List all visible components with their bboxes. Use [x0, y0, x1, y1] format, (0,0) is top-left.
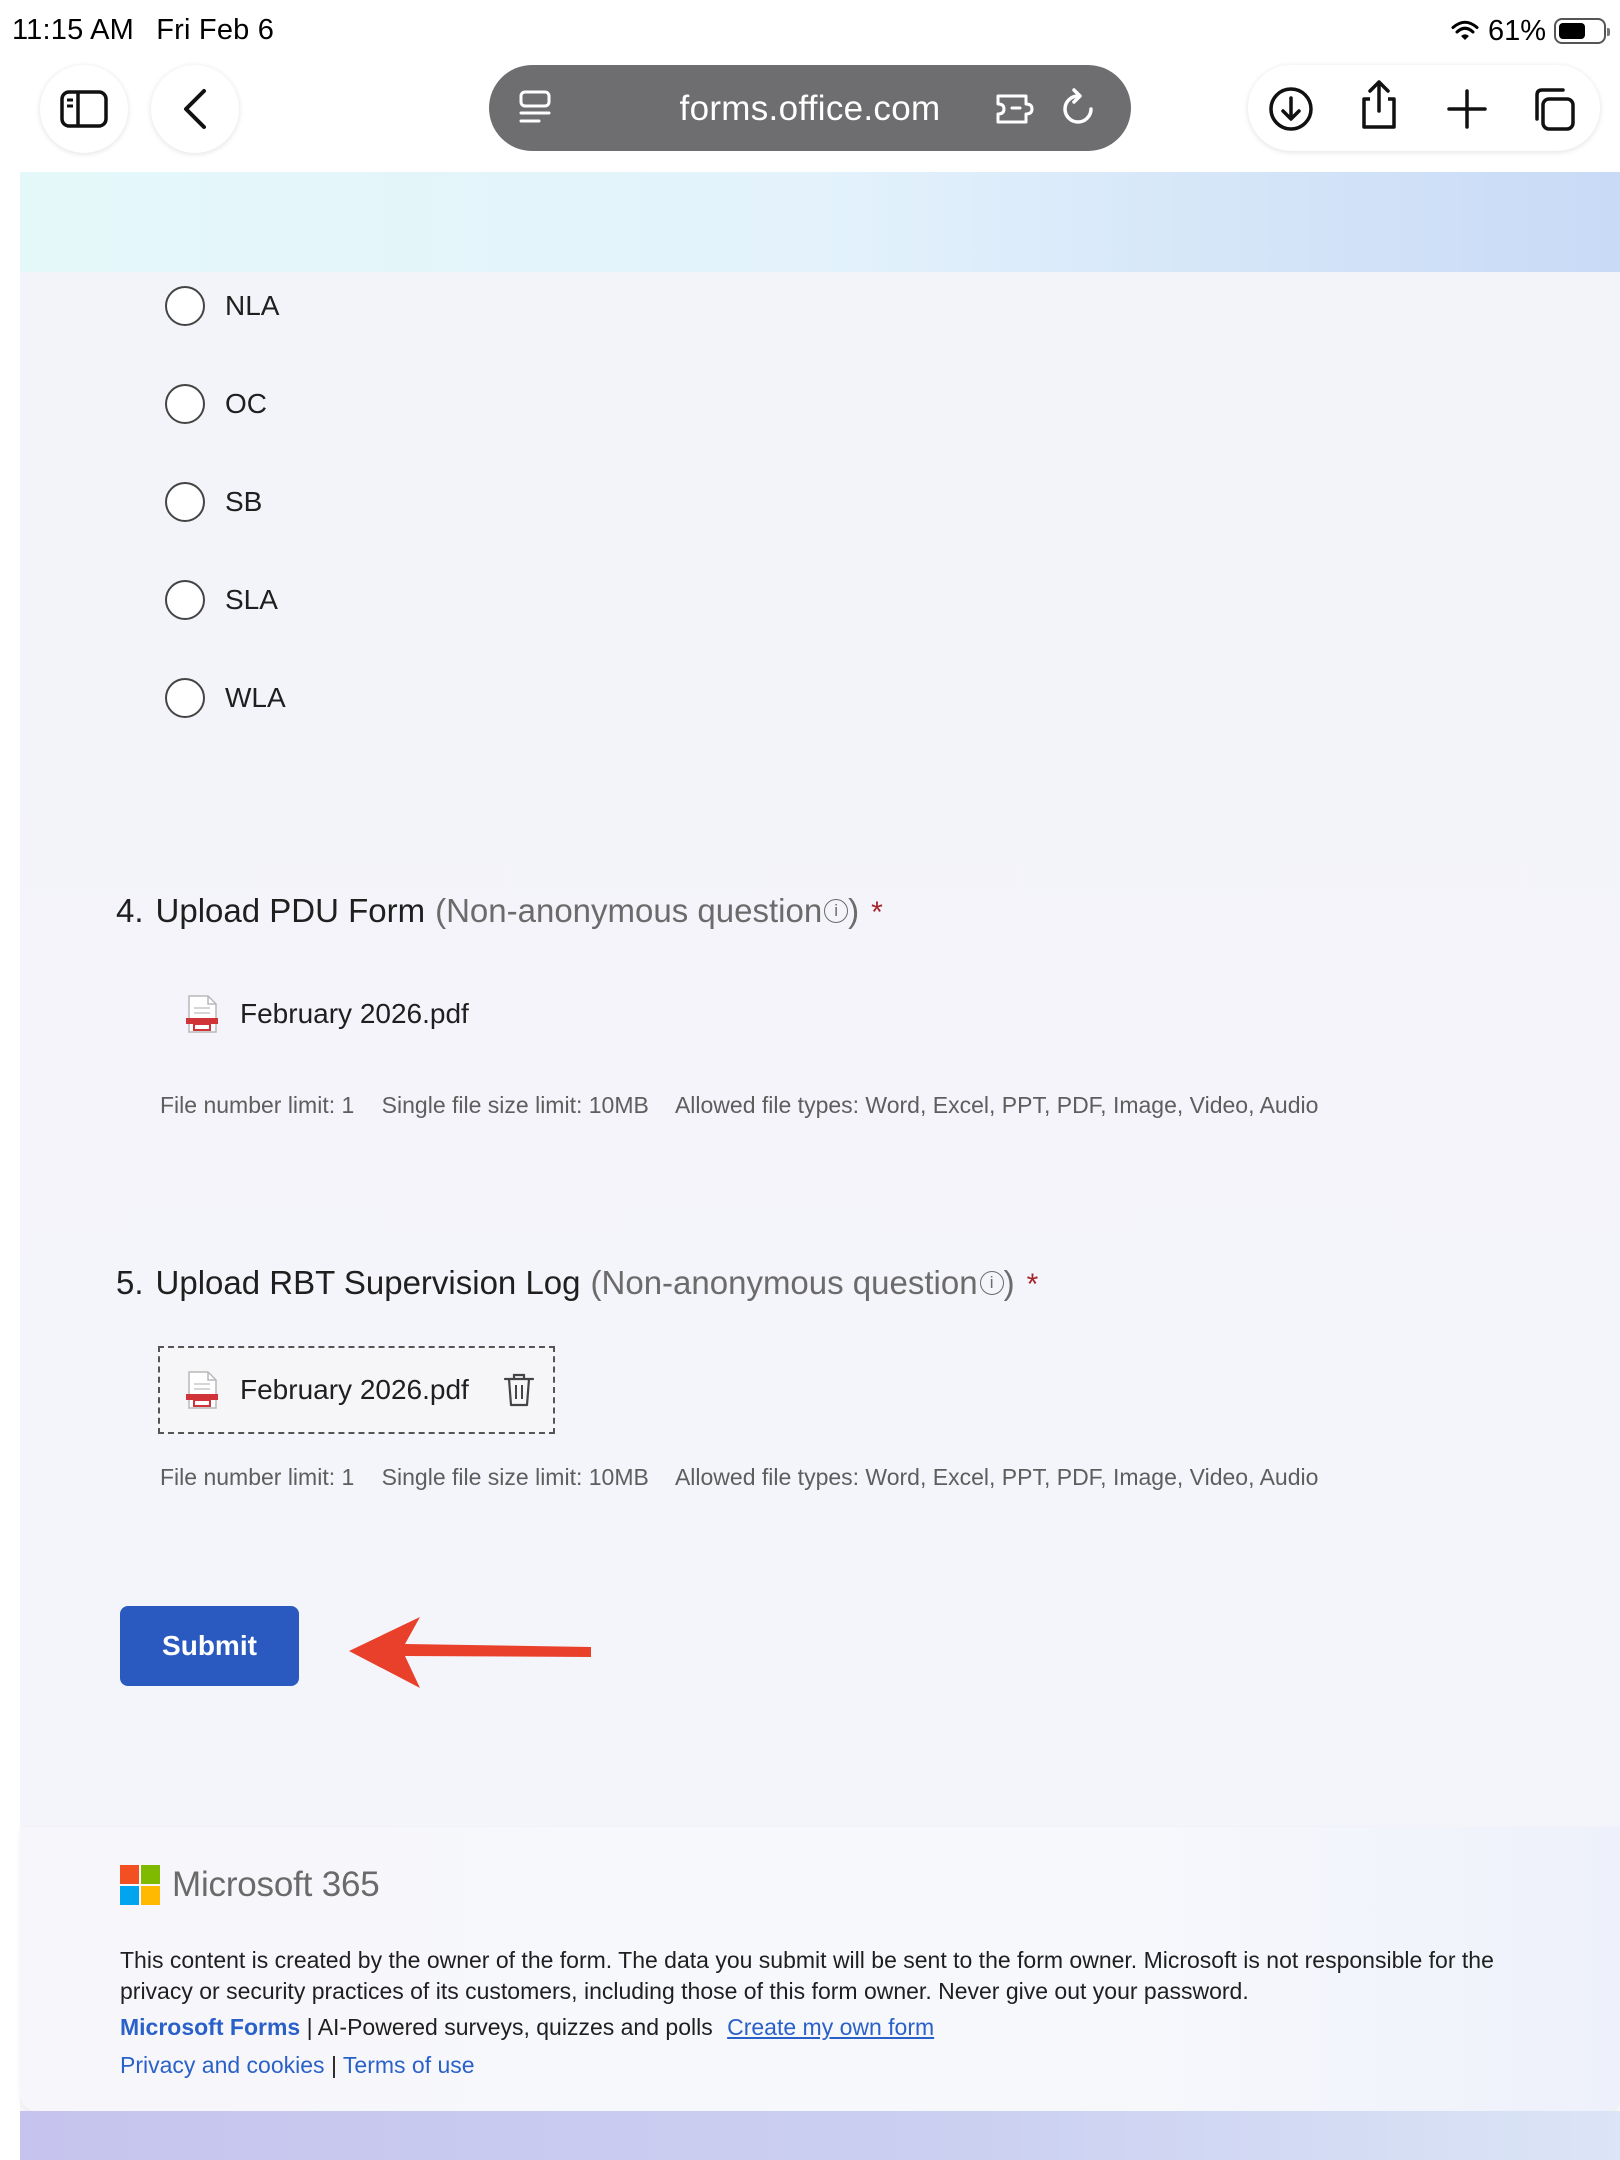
page-left-edge — [0, 172, 20, 2160]
choice-option[interactable]: OC — [165, 382, 267, 426]
battery-fill — [1559, 23, 1585, 39]
radio-button[interactable] — [165, 482, 205, 522]
info-icon[interactable]: i — [824, 899, 849, 924]
microsoft-365-logo: Microsoft 365 — [120, 1865, 380, 1905]
footer-disclaimer: This content is created by the owner of … — [120, 1947, 1494, 2004]
info-icon[interactable]: i — [979, 1271, 1004, 1296]
question-text: Upload PDU Form — [155, 892, 426, 929]
battery-icon — [1554, 18, 1610, 44]
separator: | — [306, 2014, 313, 2040]
file-name: February 2026.pdf — [240, 998, 469, 1029]
page-bottom-background — [20, 2111, 1620, 2160]
radio-button[interactable] — [165, 384, 205, 424]
choice-option[interactable]: NLA — [165, 284, 279, 328]
question-title: 4. Upload PDU Form (Non-anonymous questi… — [116, 892, 883, 930]
file-size-limit: Single file size limit: 10MB — [381, 1464, 649, 1490]
battery-percent: 61% — [1487, 14, 1546, 47]
question-subtitle: (Non-anonymous question i) — [591, 1264, 1015, 1302]
footer-legal-line: Privacy and cookies | Terms of use — [120, 2052, 475, 2079]
reload-icon[interactable] — [1058, 87, 1098, 129]
form-body: NLA OC SB SLA WLA 4. Upload PDU Form (No… — [20, 272, 1620, 1827]
allowed-file-types: Allowed file types: Word, Excel, PPT, PD… — [674, 1092, 1319, 1118]
pdf-file-icon — [186, 1371, 218, 1409]
question-text: Upload RBT Supervision Log — [155, 1264, 581, 1301]
status-bar: 11:15 AM Fri Feb 6 61% — [0, 0, 1620, 60]
status-time: 11:15 AM Fri Feb 6 — [12, 14, 274, 47]
choice-option[interactable]: SLA — [165, 578, 278, 622]
status-indicators: 61% — [1450, 14, 1610, 48]
microsoft-logo-icon — [120, 1865, 160, 1905]
subtitle-close: ) — [1003, 1264, 1015, 1301]
file-name: February 2026.pdf — [240, 1374, 469, 1405]
pdf-file-icon — [186, 995, 218, 1033]
address-bar[interactable]: forms.office.com — [489, 65, 1131, 151]
tagline: AI-Powered surveys, quizzes and polls — [317, 2014, 713, 2040]
tabs-icon[interactable] — [1530, 86, 1576, 132]
share-icon[interactable] — [1356, 79, 1402, 131]
privacy-link[interactable]: Privacy and cookies — [120, 2052, 325, 2078]
back-button[interactable] — [151, 65, 239, 153]
allowed-file-types: Allowed file types: Word, Excel, PPT, PD… — [674, 1464, 1319, 1490]
download-icon[interactable] — [1268, 86, 1314, 132]
toolbar-actions — [1248, 65, 1600, 151]
upload-hints: File number limit: 1 Single file size li… — [160, 1092, 1339, 1119]
uploaded-file: February 2026.pdf — [184, 994, 469, 1034]
footer: Microsoft 365 This content is created by… — [20, 1827, 1620, 2111]
question-title: 5. Upload RBT Supervision Log (Non-anony… — [116, 1264, 1038, 1302]
file-number-limit: File number limit: 1 — [160, 1092, 355, 1118]
footer-forms-line: Microsoft Forms | AI-Powered surveys, qu… — [120, 2014, 934, 2041]
plus-icon[interactable] — [1444, 86, 1490, 132]
radio-button[interactable] — [165, 678, 205, 718]
radio-button[interactable] — [165, 286, 205, 326]
microsoft-forms-link[interactable]: Microsoft Forms — [120, 2014, 300, 2040]
browser-toolbar: forms.office.com — [0, 60, 1620, 172]
question-number: 5. — [116, 1264, 144, 1301]
choice-label: WLA — [225, 682, 286, 713]
required-mark: * — [871, 896, 883, 929]
wifi-icon — [1451, 20, 1479, 40]
choice-label: SLA — [225, 584, 278, 615]
sidebar-button[interactable] — [40, 65, 128, 153]
uploaded-file-focused[interactable]: February 2026.pdf — [158, 1346, 555, 1434]
extension-icon[interactable] — [994, 88, 1040, 128]
question-subtitle: (Non-anonymous question i) — [435, 892, 859, 930]
non-anonymous-label: (Non-anonymous question — [590, 1264, 978, 1301]
uploaded-file: February 2026.pdf — [184, 1370, 469, 1410]
terms-link[interactable]: Terms of use — [343, 2052, 475, 2078]
radio-button[interactable] — [165, 580, 205, 620]
create-form-link[interactable]: Create my own form — [727, 2014, 934, 2040]
date-text: Fri Feb 6 — [156, 14, 275, 46]
choice-option[interactable]: WLA — [165, 676, 286, 720]
question-number: 4. — [116, 892, 144, 929]
choice-label: SB — [225, 486, 263, 517]
sidebar-icon — [60, 90, 108, 128]
choice-label: OC — [225, 388, 267, 419]
non-anonymous-label: (Non-anonymous question — [435, 892, 823, 929]
upload-hints: File number limit: 1 Single file size li… — [160, 1464, 1339, 1491]
chevron-left-icon — [184, 89, 206, 129]
form-header-banner — [20, 172, 1620, 272]
subtitle-close: ) — [848, 892, 860, 929]
choice-option[interactable]: SB — [165, 480, 262, 524]
file-size-limit: Single file size limit: 10MB — [381, 1092, 649, 1118]
required-mark: * — [1026, 1268, 1039, 1301]
annotation-arrow-icon — [349, 1617, 591, 1688]
trash-icon[interactable] — [502, 1372, 536, 1408]
choice-label: NLA — [225, 290, 280, 321]
separator: | — [330, 2052, 337, 2078]
time-text: 11:15 AM — [12, 14, 134, 46]
brand-name: Microsoft 365 — [172, 1865, 380, 1904]
submit-button[interactable]: Submit — [120, 1606, 299, 1686]
file-number-limit: File number limit: 1 — [160, 1464, 355, 1490]
